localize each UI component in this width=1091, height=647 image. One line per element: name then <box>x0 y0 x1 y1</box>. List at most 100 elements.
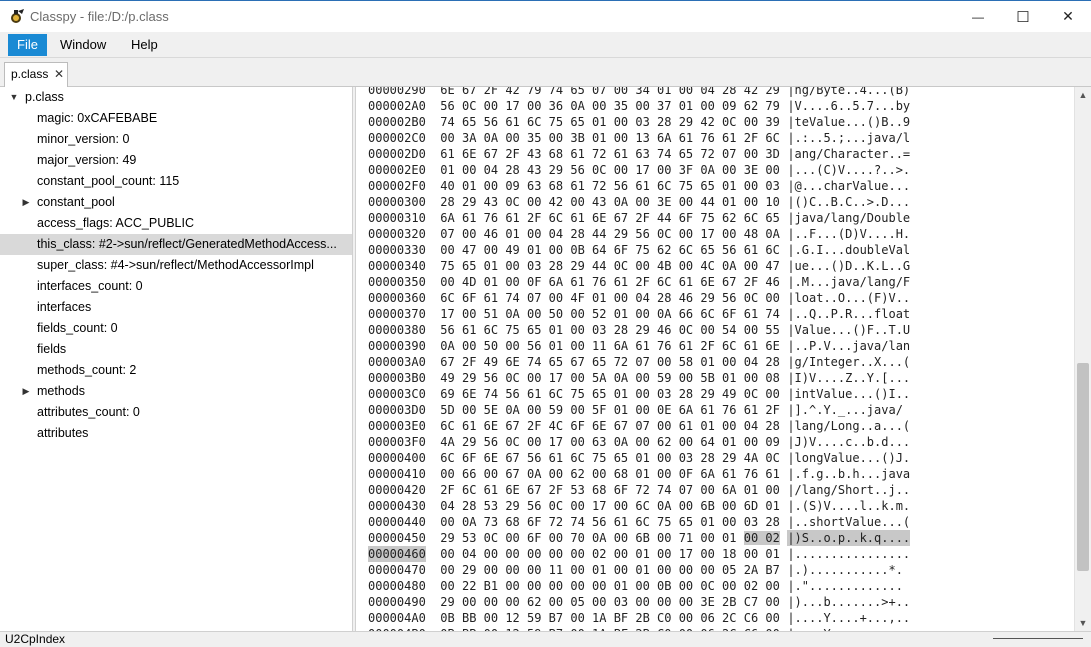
minimize-button[interactable]: — <box>955 1 1001 32</box>
hex-ascii: |ue...()D..K.L..G <box>787 259 911 273</box>
hex-bytes: 49 29 56 0C 00 17 00 5A 0A 00 59 00 5B 0… <box>440 371 780 385</box>
menu-file[interactable]: File <box>8 34 47 56</box>
tab-p-class[interactable]: p.class ✕ <box>4 62 68 87</box>
close-window-button[interactable]: ✕ <box>1045 1 1091 32</box>
tree-item[interactable]: super_class: #4->sun/reflect/MethodAcces… <box>0 255 352 276</box>
tree-item-label: access_flags: ACC_PUBLIC <box>37 216 195 230</box>
hex-bytes: 00 22 B1 00 00 00 00 00 01 00 0B 00 0C 0… <box>440 579 780 593</box>
tree-item[interactable]: this_class: #2->sun/reflect/GeneratedMet… <box>0 234 352 255</box>
hex-address: 000002D0 <box>368 147 426 161</box>
hex-bytes: 74 65 56 61 6C 75 65 01 00 03 28 29 42 0… <box>440 115 780 129</box>
expand-right-arrow-icon[interactable]: ▶ <box>21 381 31 402</box>
tree-item[interactable]: major_version: 49 <box>0 150 352 171</box>
hex-ascii: |.(S)V....l..k.m. <box>787 499 911 513</box>
hex-address: 00000420 <box>368 483 426 497</box>
hex-bytes: 6C 61 6E 67 2F 4C 6F 6E 67 07 00 61 01 0… <box>440 419 780 433</box>
tree-item-label: attributes_count: 0 <box>37 405 140 419</box>
scrollbar-thumb[interactable] <box>1077 363 1089 571</box>
hex-address: 00000410 <box>368 467 426 481</box>
tree-item-label: major_version: 49 <box>37 153 137 167</box>
hex-ascii: |g/Integer..X...( <box>787 355 911 369</box>
tree-item-label: fields <box>37 342 67 356</box>
hex-address: 00000490 <box>368 595 426 609</box>
hex-ascii: |longValue...()J. <box>787 451 911 465</box>
hex-address: 00000450 <box>368 531 426 545</box>
hex-ascii: |..F...(D)V....H. <box>787 227 911 241</box>
hex-address: 000002C0 <box>368 131 426 145</box>
hex-ascii: |..Q..P.R...float <box>787 307 911 321</box>
hex-ascii: |....Y....+...,.. <box>787 611 911 625</box>
hex-address: 00000370 <box>368 307 426 321</box>
hex-ascii: |ng/Byte..4...(B) <box>787 87 911 97</box>
tree-item[interactable]: ▶ constant_pool <box>0 192 352 213</box>
hex-bytes: 00 04 00 00 00 00 00 02 00 01 00 17 00 1… <box>440 547 780 561</box>
tree-item[interactable]: constant_pool_count: 115 <box>0 171 352 192</box>
tree-item[interactable]: ▼ p.class <box>0 87 352 108</box>
tree-item[interactable]: access_flags: ACC_PUBLIC <box>0 213 352 234</box>
expand-right-arrow-icon[interactable]: ▶ <box>21 192 31 213</box>
hex-bytes: 00 66 00 67 0A 00 62 00 68 01 00 0F 6A 6… <box>440 467 780 481</box>
scroll-up-icon[interactable]: ▲ <box>1075 87 1091 103</box>
tree-item-label: constant_pool_count: 115 <box>37 174 180 188</box>
hex-bytes: 0B BB 00 12 59 B7 00 1A BF 2B C0 00 06 2… <box>440 611 780 625</box>
status-text: U2CpIndex <box>5 632 66 646</box>
hex-ascii: |."............. <box>787 579 903 593</box>
hex-bytes: 6C 6F 6E 67 56 61 6C 75 65 01 00 03 28 2… <box>440 451 780 465</box>
hex-address: 000002B0 <box>368 115 426 129</box>
hex-ascii: |)...b.......>+.. <box>787 595 911 609</box>
class-structure-tree: ▼ p.class magic: 0xCAFEBABE minor_version: … <box>0 87 352 631</box>
hex-bytes: 00 47 00 49 01 00 0B 64 6F 75 62 6C 65 5… <box>440 243 780 257</box>
hex-address: 000003E0 <box>368 419 426 433</box>
maximize-icon: ☐ <box>1016 8 1030 26</box>
hex-address: 000003A0 <box>368 355 426 369</box>
tree-item[interactable]: magic: 0xCAFEBABE <box>0 108 352 129</box>
expand-down-arrow-icon[interactable]: ▼ <box>9 87 19 108</box>
hex-ascii: |.M...java/lang/F <box>787 275 911 289</box>
hex-bytes: 29 53 0C 00 6F 00 70 0A 00 6B 00 71 00 0… <box>440 531 780 545</box>
hex-bytes: 17 00 51 0A 00 50 00 52 01 00 0A 66 6C 6… <box>440 307 780 321</box>
tree-item-label: methods_count: 2 <box>37 363 137 377</box>
hex-address: 00000330 <box>368 243 426 257</box>
hex-ascii: |.:..5.;...java/l <box>787 131 911 145</box>
hex-address: 000002A0 <box>368 99 426 113</box>
hex-view[interactable]: 00000290 6E 67 2F 42 79 74 65 07 00 34 01… <box>356 87 1074 631</box>
hex-address: 00000310 <box>368 211 426 225</box>
tree-item[interactable]: attributes <box>0 423 352 444</box>
tree-item[interactable]: fields <box>0 339 352 360</box>
tree-item-label: p.class <box>25 90 64 104</box>
hex-scrollbar[interactable]: ▲ ▼ <box>1074 87 1091 631</box>
hex-ascii: |@...charValue... <box>787 179 911 193</box>
scroll-down-icon[interactable]: ▼ <box>1075 615 1091 631</box>
hex-bytes: 56 61 6C 75 65 01 00 03 28 29 46 0C 00 5… <box>440 323 780 337</box>
hex-ascii: |Value...()F..T.U <box>787 323 911 337</box>
hex-address: 000003C0 <box>368 387 426 401</box>
tree-item[interactable]: methods_count: 2 <box>0 360 352 381</box>
tree-item-label: methods <box>37 384 85 398</box>
tree-item[interactable]: fields_count: 0 <box>0 318 352 339</box>
hex-ascii: |)S..o.p..k.q.... <box>787 530 911 546</box>
tree-item-label: interfaces <box>37 300 92 314</box>
tree-item[interactable]: ▶ methods <box>0 381 352 402</box>
tree-item[interactable]: interfaces_count: 0 <box>0 276 352 297</box>
tree-item-label: fields_count: 0 <box>37 321 118 335</box>
hex-address: 00000400 <box>368 451 426 465</box>
hex-address: 000004A0 <box>368 611 426 625</box>
tree-item[interactable]: minor_version: 0 <box>0 129 352 150</box>
hex-bytes: 01 00 04 28 43 29 56 0C 00 17 00 3F 0A 0… <box>440 163 780 177</box>
hex-bytes: 07 00 46 01 00 04 28 44 29 56 0C 00 17 0… <box>440 227 780 241</box>
menu-window[interactable]: Window <box>51 34 115 56</box>
hex-ascii: |.)...........*. <box>787 563 903 577</box>
menu-help[interactable]: Help <box>122 34 167 56</box>
tree-item-label: minor_version: 0 <box>37 132 130 146</box>
tree-item[interactable]: interfaces <box>0 297 352 318</box>
hex-ascii: |J)V....c..b.d... <box>787 435 911 449</box>
hex-address: 000002E0 <box>368 163 426 177</box>
hex-address: 00000430 <box>368 499 426 513</box>
tab-close-icon[interactable]: ✕ <box>54 63 64 85</box>
maximize-button[interactable]: ☐ <box>1000 1 1046 32</box>
menu-bar: File Window Help <box>0 32 1091 58</box>
hex-address: 00000380 <box>368 323 426 337</box>
window-title: Classpy - file:/D:/p.class <box>30 9 169 24</box>
tree-item[interactable]: attributes_count: 0 <box>0 402 352 423</box>
hex-bytes: 0A 00 50 00 56 01 00 11 6A 61 76 61 2F 6… <box>440 339 780 353</box>
